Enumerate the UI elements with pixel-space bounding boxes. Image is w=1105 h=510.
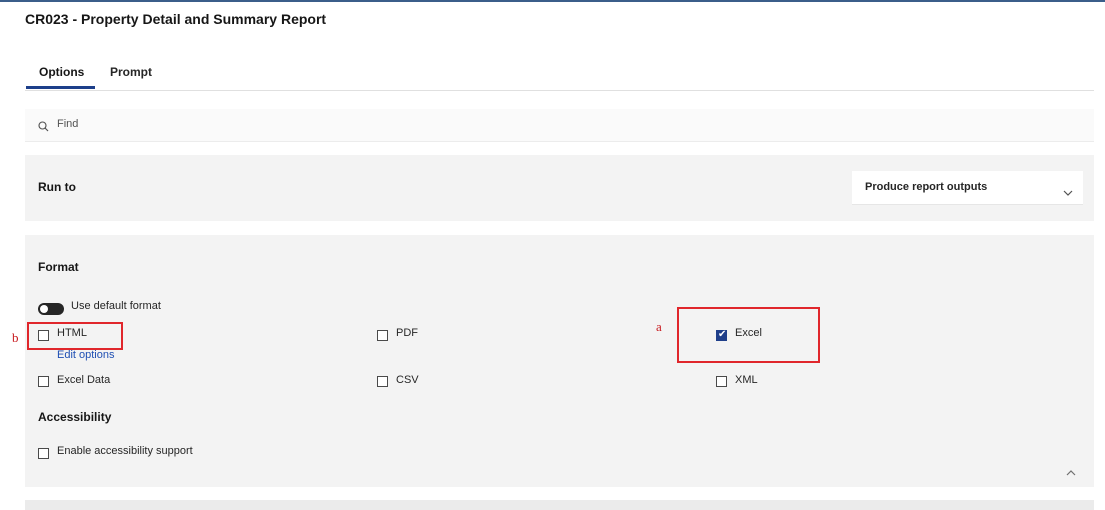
next-section-edge xyxy=(25,500,1094,510)
run-to-label: Run to xyxy=(38,180,76,194)
find-placeholder: Find xyxy=(57,118,79,130)
annotation-letter-a: a xyxy=(656,319,662,334)
chevron-up-icon[interactable] xyxy=(1066,463,1076,481)
accessibility-label: Accessibility xyxy=(38,410,112,424)
tab-prompt[interactable]: Prompt xyxy=(110,65,152,79)
search-icon xyxy=(38,119,49,137)
run-to-section: Run to Produce report outputs xyxy=(25,155,1094,221)
run-to-dropdown[interactable]: Produce report outputs xyxy=(852,171,1083,205)
pdf-checkbox[interactable] xyxy=(377,330,388,341)
accessibility-option-label: Enable accessibility support xyxy=(57,445,193,457)
annotation-box-b xyxy=(27,322,123,350)
find-input[interactable]: Find xyxy=(25,109,1094,142)
format-label: Format xyxy=(38,260,79,274)
accessibility-checkbox[interactable] xyxy=(38,448,49,459)
edit-options-link[interactable]: Edit options xyxy=(57,349,114,361)
xml-label: XML xyxy=(735,374,758,386)
window-top-border xyxy=(0,0,1105,2)
format-section: Format Use default format HTML PDF ✔ Exc… xyxy=(25,235,1094,487)
chevron-down-icon xyxy=(1063,184,1073,202)
pdf-label: PDF xyxy=(396,327,418,339)
excel-data-label: Excel Data xyxy=(57,374,111,386)
tab-bar: Options Prompt xyxy=(25,62,1094,91)
active-tab-indicator xyxy=(26,86,95,89)
annotation-box-a xyxy=(677,307,820,363)
xml-checkbox[interactable] xyxy=(716,376,727,387)
csv-checkbox[interactable] xyxy=(377,376,388,387)
toggle-knob xyxy=(40,305,48,313)
csv-label: CSV xyxy=(396,374,419,386)
default-format-label: Use default format xyxy=(71,300,161,312)
excel-data-checkbox[interactable] xyxy=(38,376,49,387)
page-title: CR023 - Property Detail and Summary Repo… xyxy=(25,11,327,27)
annotation-letter-b: b xyxy=(12,330,19,345)
run-to-selected-value: Produce report outputs xyxy=(865,181,988,193)
tab-options[interactable]: Options xyxy=(39,65,84,79)
default-format-toggle[interactable] xyxy=(38,303,64,315)
